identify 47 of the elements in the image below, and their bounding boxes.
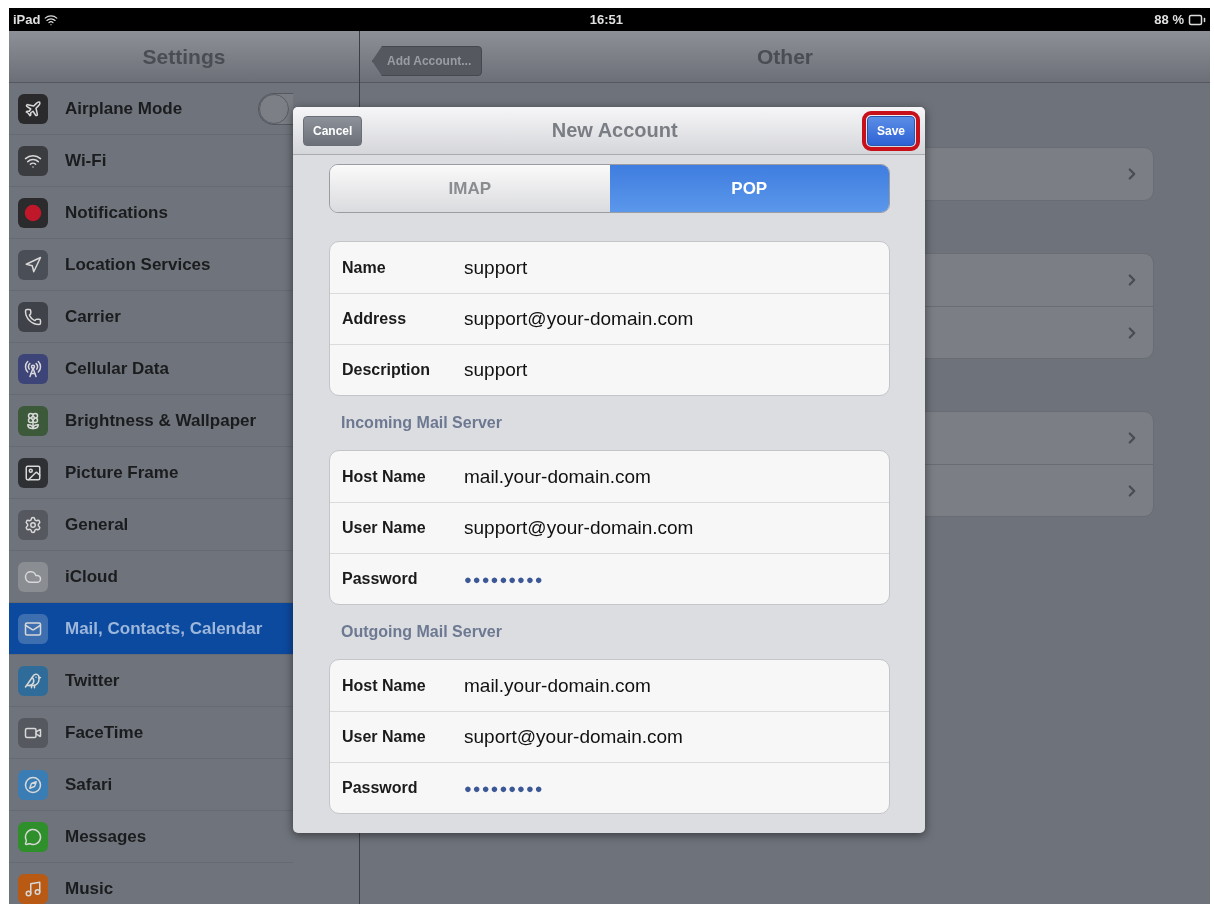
field-label: Name	[342, 258, 387, 277]
settings-item[interactable]: FaceTime	[9, 707, 293, 759]
settings-item[interactable]: Notifications	[9, 187, 293, 239]
settings-item[interactable]: Twitter	[9, 655, 293, 707]
field-label: Address	[342, 310, 408, 328]
field-label: Password	[342, 779, 419, 797]
segment-tab[interactable]: POP	[609, 165, 889, 212]
sidebar-title: Settings	[142, 44, 226, 69]
settings-item[interactable]: Picture Frame	[9, 447, 293, 499]
settings-item[interactable]: Messages	[9, 811, 293, 863]
field-label: Description	[342, 361, 431, 379]
input-field[interactable]: support@your-domain.com	[464, 308, 694, 330]
device-name: iPad	[13, 12, 41, 27]
battery-level: 88 %	[1154, 12, 1184, 27]
field-label: User Name	[342, 728, 427, 746]
settings-item[interactable]: Music	[9, 863, 293, 904]
cancel-button[interactable]: Cancel	[303, 115, 363, 146]
input-field[interactable]: support	[464, 359, 528, 381]
input-field[interactable]: mail.your-domain.com	[464, 674, 651, 697]
toggle-switch[interactable]	[258, 92, 293, 125]
settings-item[interactable]: Cellular Data	[9, 343, 293, 395]
input-field[interactable]: support@your-domain.com	[464, 517, 694, 539]
settings-item[interactable]: Location Services	[9, 239, 293, 291]
input-field[interactable]: support	[464, 256, 528, 279]
input-field[interactable]: mail.your-domain.com	[464, 465, 651, 488]
wifi-signal-icon	[44, 12, 59, 27]
field-label: Password	[342, 570, 419, 588]
segment-tab[interactable]: IMAP	[330, 165, 610, 212]
back-button[interactable]: Add Account...	[372, 46, 483, 76]
settings-item[interactable]: Wi-Fi	[9, 135, 293, 187]
clock: 16:51	[589, 12, 624, 27]
input-field[interactable]: suport@your-domain.com	[464, 726, 683, 748]
detail-title: Other	[757, 44, 813, 69]
section-header: Incoming Mail Server	[340, 413, 503, 433]
settings-item[interactable]: Brightness & Wallpaper	[9, 395, 293, 447]
section-header: Outgoing Mail Server	[340, 622, 503, 642]
password-field[interactable]: ●●●●●●●●●	[464, 780, 544, 796]
settings-item[interactable]: Carrier	[9, 291, 293, 343]
password-field[interactable]: ●●●●●●●●●	[464, 571, 544, 587]
field-label: Host Name	[342, 676, 427, 695]
field-label: User Name	[342, 519, 427, 537]
settings-item[interactable]: Safari	[9, 759, 293, 811]
settings-item[interactable]: Mail, Contacts, Calendar	[9, 603, 293, 655]
settings-item[interactable]: General	[9, 499, 293, 551]
dialog-title: New Account	[550, 119, 679, 142]
settings-item[interactable]: Airplane Mode	[9, 83, 293, 135]
field-label: Host Name	[342, 467, 427, 486]
